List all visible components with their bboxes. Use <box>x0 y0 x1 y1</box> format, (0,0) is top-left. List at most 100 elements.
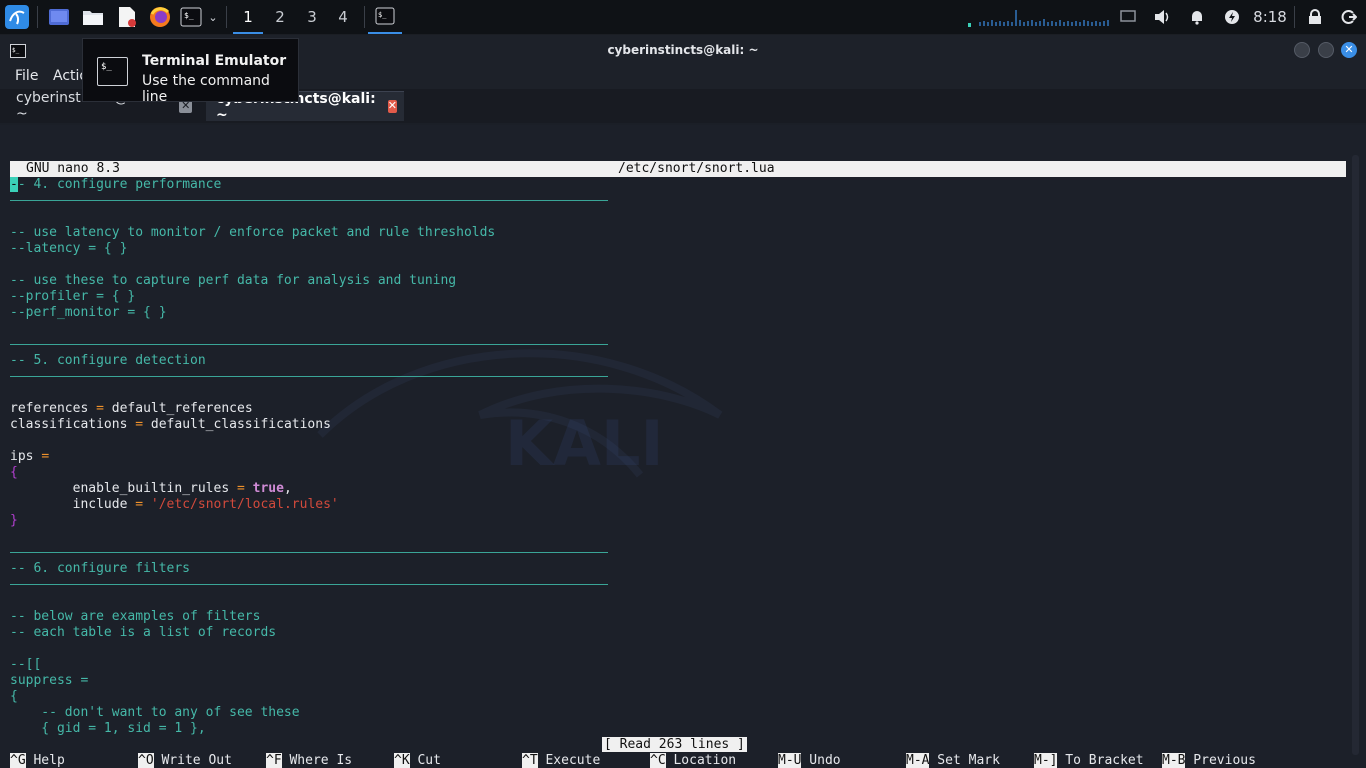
maximize-button[interactable] <box>1318 42 1334 58</box>
shortcut-key: ^G <box>10 753 26 768</box>
code-line: -- 5. configure detection <box>10 353 206 368</box>
shortcut-to-bracket[interactable]: M-] To Bracket <box>1034 753 1144 768</box>
code-line: -- use these to capture perf data for an… <box>10 273 457 288</box>
shortcut-write-out[interactable]: ^O Write Out <box>138 753 232 768</box>
operator: = <box>135 497 144 512</box>
lock-icon[interactable] <box>1304 0 1326 34</box>
top-panel: $_ ⌄ 1 2 3 4 $_ 8:18 <box>0 0 1366 35</box>
kali-menu-icon[interactable] <box>2 0 32 34</box>
shortcut-key: ^T <box>522 753 538 768</box>
nano-filename: /etc/snort/snort.lua <box>618 161 775 176</box>
panel-separator <box>226 6 227 28</box>
code-line: include = '/etc/snort/local.rules' <box>10 497 339 513</box>
nano-version: GNU nano 8.3 <box>26 161 120 176</box>
shortcut-key: M-U <box>778 753 802 768</box>
string: '/etc/snort/local.rules' <box>150 497 339 512</box>
cpu-graph <box>966 0 1112 34</box>
shortcut-label: Undo <box>801 753 841 768</box>
terminal-window: $_ cyberinstincts@kali: ~ ✕ File Actio c… <box>0 35 1366 768</box>
code-line: classifications = default_classification… <box>10 417 331 433</box>
code-line: -- each table is a list of records <box>10 625 277 640</box>
code-text: classifications <box>10 417 128 432</box>
shortcut-label: Write Out <box>153 753 232 768</box>
code-text: include <box>72 497 128 512</box>
shortcut-key: ^C <box>650 753 666 768</box>
code-line: -- 4. configure performance <box>10 177 221 193</box>
volume-icon[interactable] <box>1151 0 1173 34</box>
minimize-button[interactable] <box>1294 42 1310 58</box>
shortcut-undo[interactable]: M-U Undo <box>778 753 841 768</box>
code-line: { <box>10 689 18 704</box>
workspace-2[interactable]: 2 <box>265 0 295 34</box>
shortcut-label: Where Is <box>281 753 353 768</box>
menu-file[interactable]: File <box>15 68 38 84</box>
code-line: ips = <box>10 449 49 465</box>
text-editor-icon[interactable] <box>114 0 140 34</box>
open-brace: { <box>10 465 18 480</box>
code-line: --latency = { } <box>10 241 128 256</box>
shortcut-location[interactable]: ^C Location <box>650 753 736 768</box>
svg-text:$_: $_ <box>378 11 387 19</box>
divider <box>10 344 608 345</box>
clock[interactable]: 8:18 <box>1250 0 1290 34</box>
text-cursor: - <box>10 177 18 192</box>
code-text: - 4. configure performance <box>17 177 222 192</box>
launcher-tooltip: $_ Terminal Emulator Use the command lin… <box>82 38 299 105</box>
monitor-icon[interactable] <box>1117 0 1139 34</box>
code-line: enable_builtin_rules = true, <box>72 481 292 496</box>
show-desktop-icon[interactable] <box>46 0 72 34</box>
code-text: enable_builtin_rules <box>72 481 230 496</box>
nano-status-message: [ Read 263 lines ] <box>602 737 747 752</box>
workspace-3[interactable]: 3 <box>297 0 327 34</box>
shortcut-where-is[interactable]: ^F Where Is <box>266 753 352 768</box>
code-text: default_classifications <box>150 417 331 432</box>
file-manager-icon[interactable] <box>80 0 106 34</box>
bell-icon[interactable] <box>1186 0 1208 34</box>
code-text: default_references <box>111 401 253 416</box>
panel-separator <box>1294 6 1295 28</box>
code-line: -- use latency to monitor / enforce pack… <box>10 225 496 240</box>
shortcut-cut[interactable]: ^K Cut <box>394 753 441 768</box>
code-line: -- don't want to any of see these <box>10 705 300 720</box>
shortcut-help[interactable]: ^G Help <box>10 753 65 768</box>
workspace-1[interactable]: 1 <box>233 0 263 34</box>
divider <box>10 376 608 377</box>
code-line: --profiler = { } <box>10 289 136 304</box>
keyword: true <box>252 481 284 496</box>
panel-separator <box>37 6 38 28</box>
close-button[interactable]: ✕ <box>1341 42 1357 58</box>
operator: = <box>135 417 144 432</box>
shortcut-label: Execute <box>537 753 601 768</box>
shortcut-previous[interactable]: M-B Previous <box>1162 753 1256 768</box>
shortcut-label: Help <box>25 753 65 768</box>
code-line: suppress = <box>10 673 89 688</box>
firefox-icon[interactable] <box>147 0 173 34</box>
code-text: references <box>10 401 89 416</box>
taskbar-terminal-window[interactable]: $_ <box>368 0 402 34</box>
operator: = <box>41 449 50 464</box>
shortcut-set-mark[interactable]: M-A Set Mark <box>906 753 1000 768</box>
shortcut-label: Cut <box>409 753 441 768</box>
code-line: --[[ <box>10 657 42 672</box>
power-manager-icon[interactable] <box>1221 0 1243 34</box>
svg-text:$_: $_ <box>184 11 194 20</box>
shortcut-key: ^F <box>266 753 282 768</box>
workspace-4[interactable]: 4 <box>328 0 358 34</box>
shortcut-key: M-] <box>1034 753 1058 768</box>
close-brace: } <box>10 513 18 528</box>
scrollbar[interactable] <box>1352 155 1359 755</box>
code-line: references = default_references <box>10 401 253 417</box>
shortcut-key: M-A <box>906 753 930 768</box>
shortcut-key: M-B <box>1162 753 1186 768</box>
chevron-down-icon[interactable]: ⌄ <box>205 0 221 34</box>
code-line: --perf_monitor = { } <box>10 305 167 320</box>
shortcut-label: To Bracket <box>1057 753 1144 768</box>
shortcut-execute[interactable]: ^T Execute <box>522 753 600 768</box>
shortcut-label: Location <box>665 753 737 768</box>
terminal-icon[interactable]: $_ <box>178 0 204 34</box>
divider <box>10 552 608 553</box>
logout-icon[interactable] <box>1338 0 1360 34</box>
close-tab-icon[interactable]: ✕ <box>387 100 397 113</box>
terminal-area[interactable]: KALI GNU nano 8.3/etc/snort/snort.lua --… <box>0 125 1366 768</box>
code-text: ips <box>10 449 34 464</box>
